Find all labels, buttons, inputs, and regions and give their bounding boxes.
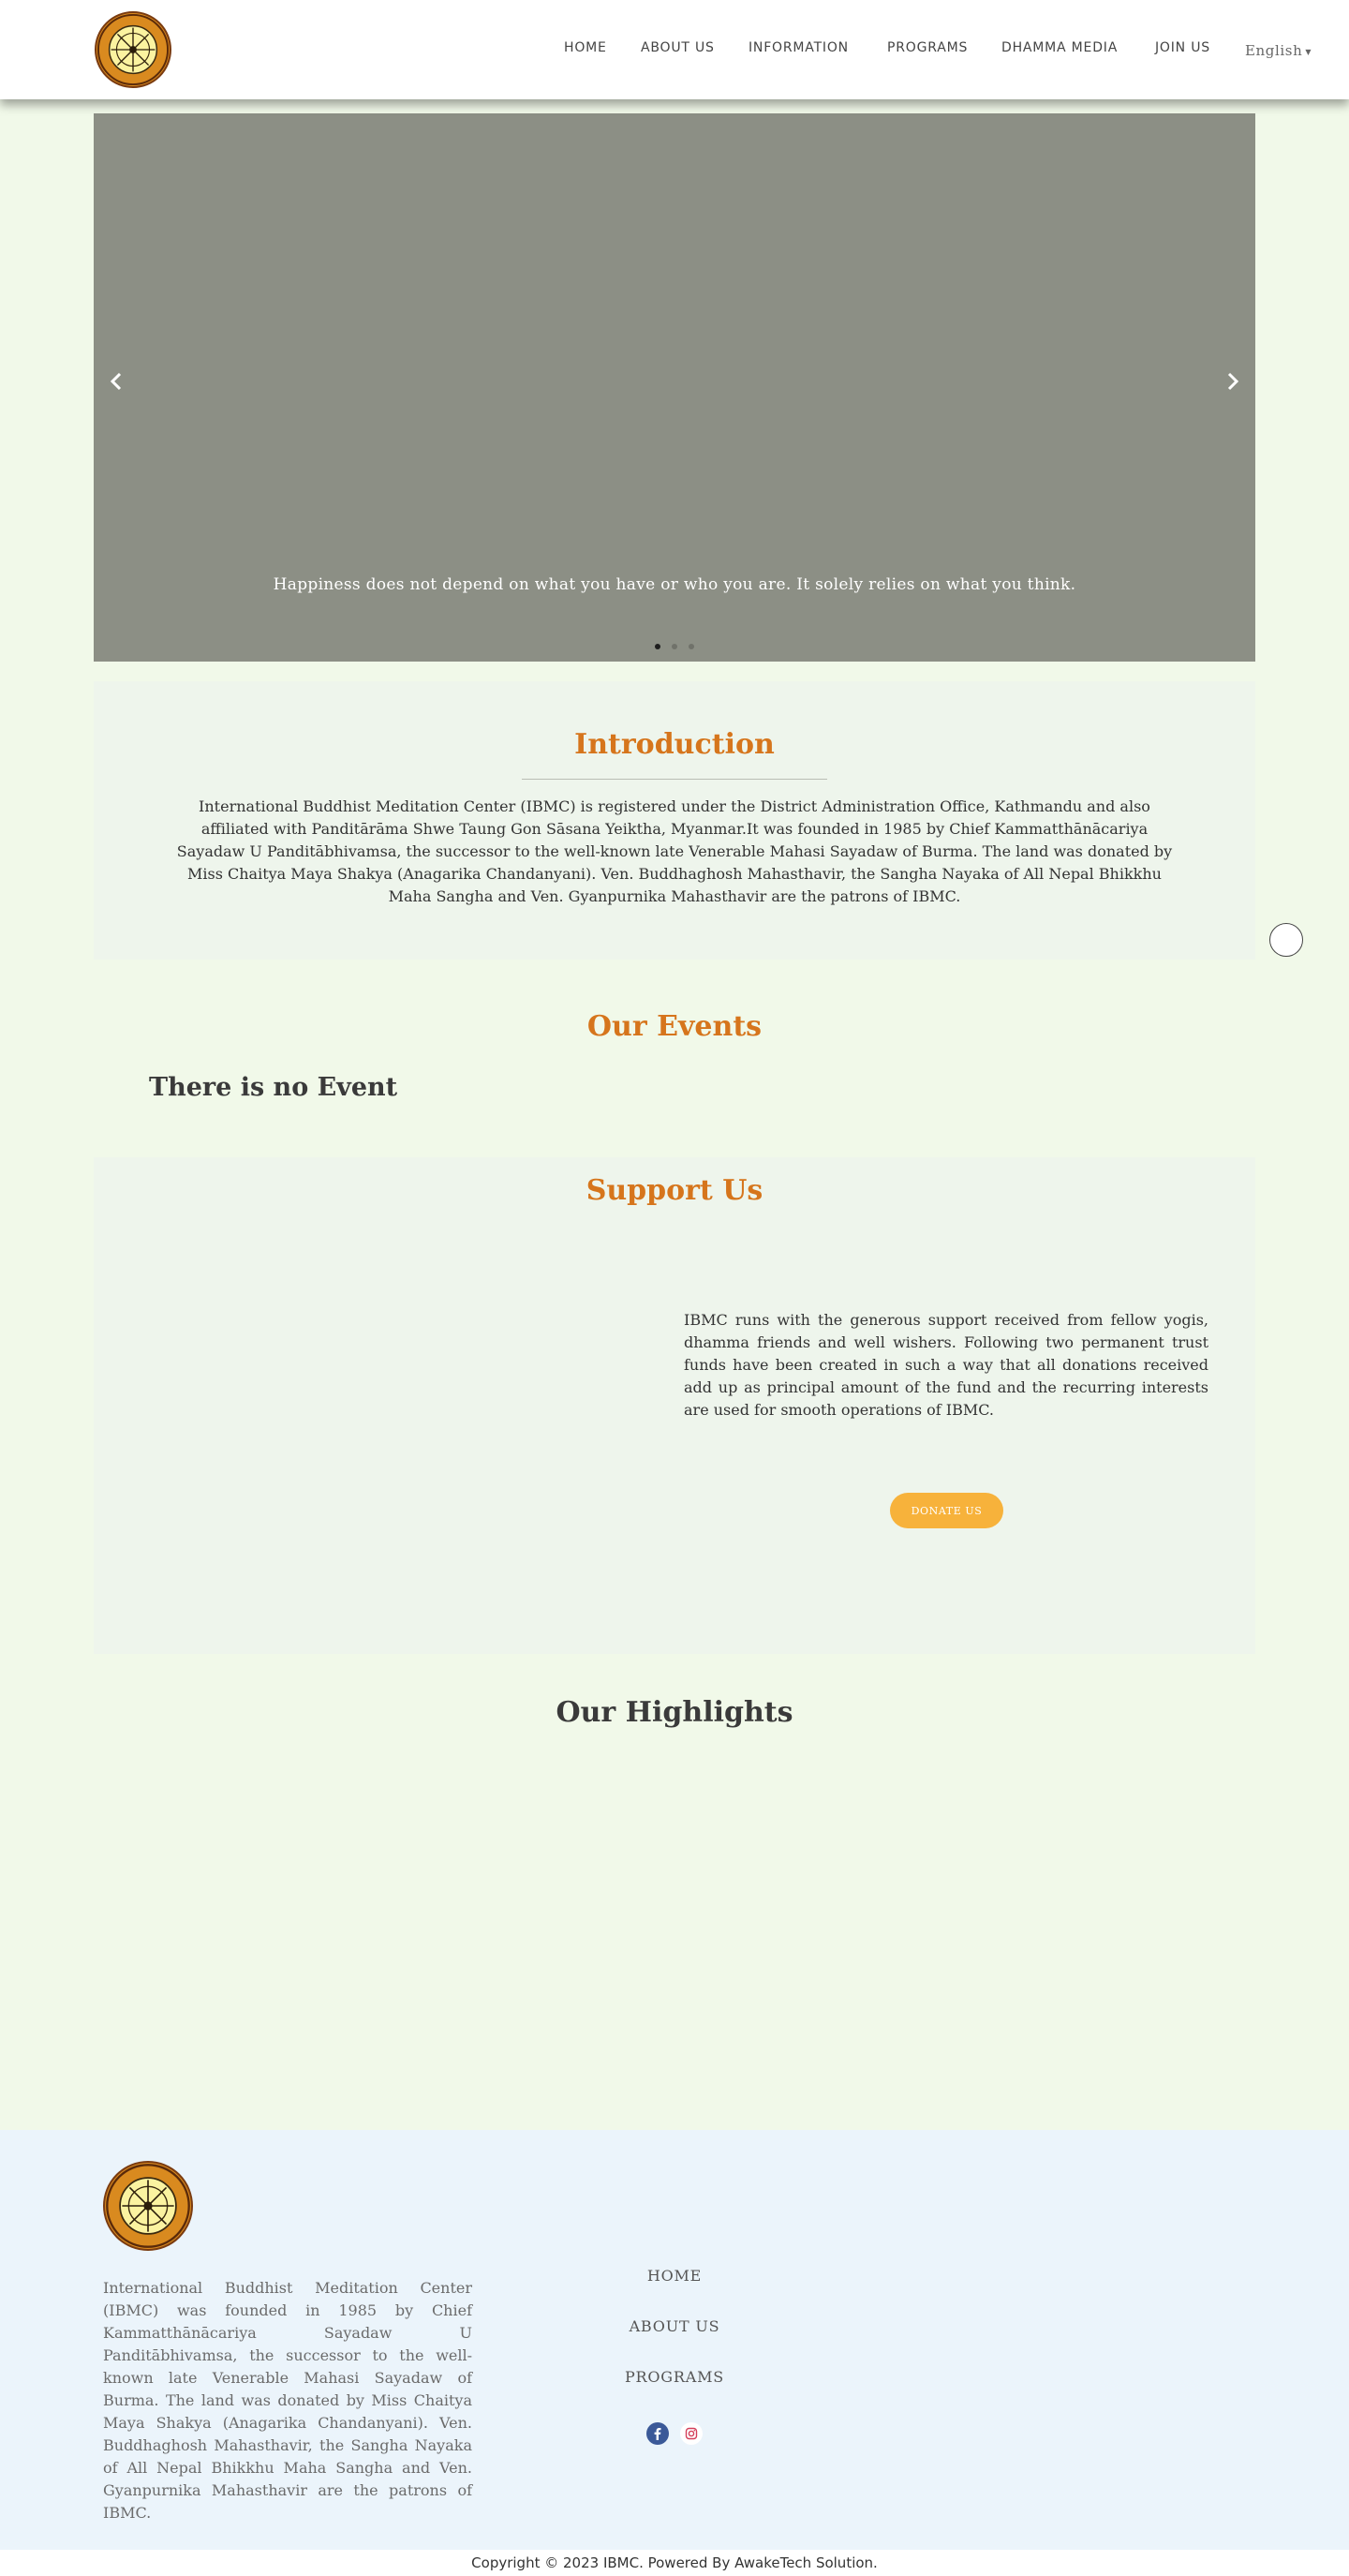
copyright-text: Copyright © 2023 IBMC. Powered By AwakeT… [471, 2554, 878, 2571]
carousel-dot-2[interactable] [672, 644, 677, 649]
events-title: Our Events [586, 1010, 763, 1043]
introduction-section: Introduction International Buddhist Medi… [94, 681, 1255, 960]
donate-button[interactable]: DONATE US [890, 1493, 1003, 1528]
copyright-bar: Copyright © 2023 IBMC. Powered By AwakeT… [0, 2550, 1349, 2576]
hero-carousel: Happiness does not depend on what you ha… [94, 113, 1255, 662]
carousel-dot-3[interactable] [689, 644, 694, 649]
footer-about-text: International Buddhist Meditation Center… [103, 2279, 472, 2522]
caret-down-icon: ▼ [1305, 47, 1312, 56]
dharma-wheel-logo-icon [96, 13, 170, 86]
carousel-next-button[interactable] [1220, 366, 1246, 396]
nav-home[interactable]: HOME [564, 40, 607, 55]
nav-join-us[interactable]: JOIN US [1155, 40, 1210, 55]
title-divider [522, 779, 827, 780]
highlights-title: Our Highlights [556, 1696, 793, 1729]
nav-about-us[interactable]: ABOUT US [641, 40, 715, 55]
ibmc-logo[interactable] [95, 11, 171, 88]
footer-link-about-us[interactable]: ABOUT US [581, 2317, 768, 2335]
dharma-wheel-logo-icon [106, 2164, 190, 2248]
language-label: English [1245, 42, 1303, 59]
no-event-message: There is no Event [149, 1073, 398, 1102]
support-section: Support Us IBMC runs with the generous s… [94, 1157, 1255, 1654]
chevron-left-icon [110, 372, 122, 391]
nav-programs[interactable]: PROGRAMS [887, 40, 968, 55]
footer-logo[interactable] [103, 2161, 193, 2251]
carousel-indicators [94, 644, 1255, 649]
introduction-title: Introduction [574, 728, 775, 761]
site-footer: International Buddhist Meditation Center… [0, 2130, 1349, 2550]
nav-dhamma-media[interactable]: DHAMMA MEDIA [1001, 40, 1118, 55]
support-text: IBMC runs with the generous support rece… [684, 1311, 1208, 1419]
scroll-top-button[interactable] [1269, 923, 1303, 957]
footer-link-home[interactable]: HOME [581, 2267, 768, 2285]
support-title: Support Us [586, 1174, 763, 1207]
facebook-link[interactable] [646, 2422, 669, 2445]
footer-link-programs[interactable]: PROGRAMS [581, 2368, 768, 2386]
chevron-right-icon [1227, 372, 1239, 391]
site-header: HOME ABOUT US INFORMATION PROGRAMS DHAMM… [0, 0, 1349, 99]
instagram-icon [685, 2427, 698, 2440]
instagram-link[interactable] [680, 2422, 703, 2445]
carousel-prev-button[interactable] [103, 366, 129, 396]
carousel-dot-1[interactable] [655, 644, 660, 649]
language-selector[interactable]: English ▼ [1245, 42, 1312, 59]
facebook-icon [654, 2428, 661, 2440]
nav-information[interactable]: INFORMATION [749, 40, 849, 55]
hero-caption: Happiness does not depend on what you ha… [273, 575, 1076, 594]
introduction-text: International Buddhist Meditation Center… [176, 797, 1173, 905]
